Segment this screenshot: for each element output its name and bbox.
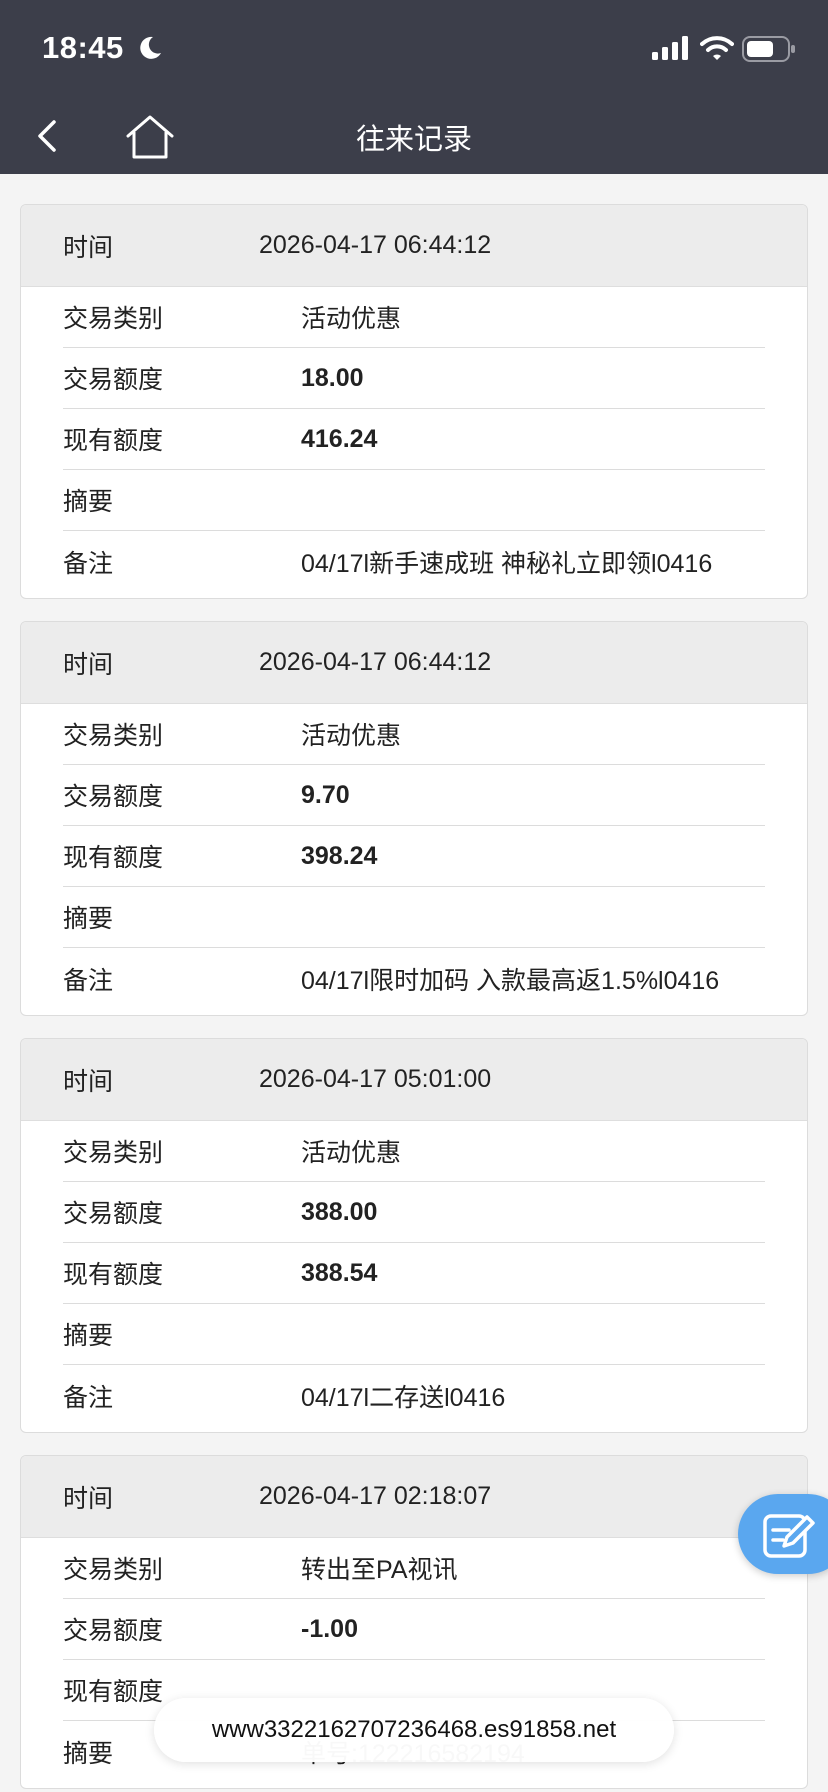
row-label: 备注 xyxy=(63,1382,114,1412)
record-card: 时间 2026-04-17 05:01:00 交易类别 活动优惠交易额度 388.00 现… xyxy=(20,1038,808,1433)
record-row: 现有额度 398.24 xyxy=(63,826,765,887)
record-row: 交易额度 388.00 xyxy=(63,1182,765,1243)
time-value: 2026-04-17 05:01:00 xyxy=(259,1065,492,1093)
record-rows: 交易类别 活动优惠交易额度 18.00 现有额度 416.24 摘要备注 04/17l新手速… xyxy=(21,287,807,598)
time-value: 2026-04-17 06:44:12 xyxy=(259,648,492,676)
record-row: 交易类别 活动优惠 xyxy=(63,287,765,348)
row-label: 交易额度 xyxy=(63,1199,164,1228)
record-header: 时间 2026-04-17 06:44:12 xyxy=(21,205,807,287)
row-value: 活动优惠 xyxy=(301,1139,402,1167)
record-card: 时间 2026-04-17 06:44:12 交易类别 活动优惠交易额度 9.70 现有额… xyxy=(20,621,808,1016)
row-value: 388.54 xyxy=(301,1258,378,1287)
record-row: 交易额度 -1.00 xyxy=(63,1599,765,1660)
row-label: 交易额度 xyxy=(63,782,164,811)
time-label: 时间 xyxy=(63,232,114,262)
status-time: 18:45 xyxy=(42,30,124,65)
nav-bar: 往来记录 xyxy=(0,100,828,174)
row-label: 交易类别 xyxy=(63,1138,164,1167)
record-row: 摘要 xyxy=(63,887,765,948)
moon-icon xyxy=(140,36,161,59)
row-value: 活动优惠 xyxy=(301,305,402,333)
status-bar: 18:45 xyxy=(0,0,828,100)
record-card: 时间 2026-04-17 06:44:12 交易类别 活动优惠交易额度 18.00 现有… xyxy=(20,204,808,599)
record-row: 交易额度 9.70 xyxy=(63,765,765,826)
row-label: 交易类别 xyxy=(63,721,164,750)
top-bar: 18:45 往来记录 xyxy=(0,0,828,174)
record-row: 摘要 xyxy=(63,470,765,531)
row-value: 04/17l限时加码 入款最高返1.5%l0416 xyxy=(301,966,720,995)
edit-button[interactable] xyxy=(738,1494,828,1574)
record-row: 现有额度 388.54 xyxy=(63,1243,765,1304)
record-row: 摘要 xyxy=(63,1304,765,1365)
row-label: 交易类别 xyxy=(63,1555,164,1584)
row-label: 交易额度 xyxy=(63,365,164,394)
edit-icon xyxy=(763,1514,815,1558)
time-value: 2026-04-17 06:44:12 xyxy=(259,231,492,259)
row-value: 9.70 xyxy=(301,780,350,809)
row-label: 现有额度 xyxy=(63,426,164,455)
row-label: 备注 xyxy=(63,965,114,995)
row-label: 摘要 xyxy=(63,1321,114,1350)
record-row: 交易额度 18.00 xyxy=(63,348,765,409)
row-value: 388.00 xyxy=(301,1197,378,1226)
row-label: 现有额度 xyxy=(63,1260,164,1289)
record-row: 交易类别 活动优惠 xyxy=(63,1121,765,1182)
record-header: 时间 2026-04-17 02:18:07 xyxy=(21,1456,807,1538)
row-label: 交易额度 xyxy=(63,1616,164,1645)
record-row: 备注 04/17l二存送l0416 xyxy=(63,1365,765,1426)
row-value: 活动优惠 xyxy=(301,722,402,750)
record-row: 交易类别 转出至PA视讯 xyxy=(63,1538,765,1599)
row-value: 416.24 xyxy=(301,424,378,453)
row-label: 摘要 xyxy=(63,487,114,516)
battery-icon xyxy=(742,36,795,62)
row-value: 04/17l二存送l0416 xyxy=(301,1383,506,1412)
row-value: -1.00 xyxy=(301,1614,358,1643)
record-rows: 交易类别 活动优惠交易额度 388.00 现有额度 388.54 摘要备注 04/17l二存… xyxy=(21,1121,807,1432)
row-value: 18.00 xyxy=(301,363,364,392)
record-list: 时间 2026-04-17 06:44:12 交易类别 活动优惠 交易额度 18.00 现有… xyxy=(20,204,808,1792)
time-label: 时间 xyxy=(63,1066,114,1096)
row-value: 04/17l新手速成班 神秘礼立即领l0416 xyxy=(301,549,713,578)
row-label: 现有额度 xyxy=(63,843,164,872)
time-label: 时间 xyxy=(63,649,114,679)
row-label: 摘要 xyxy=(63,904,114,933)
record-row: 备注 04/17l限时加码 入款最高返1.5%l0416 xyxy=(63,948,765,1009)
record-rows: 交易类别 活动优惠交易额度 9.70 现有额度 398.24 摘要备注 04/17l限时加码… xyxy=(21,704,807,1015)
page-title: 往来记录 xyxy=(355,122,472,156)
row-value: 398.24 xyxy=(301,841,378,870)
time-label: 时间 xyxy=(63,1483,114,1513)
signal-icon xyxy=(652,36,688,60)
record-header: 时间 2026-04-17 06:44:12 xyxy=(21,622,807,704)
url-toast: www3322162707236468.es91858.net xyxy=(154,1698,674,1762)
record-header: 时间 2026-04-17 05:01:00 xyxy=(21,1039,807,1121)
wifi-icon xyxy=(700,36,734,60)
record-row: 备注 04/17l新手速成班 神秘礼立即领l0416 xyxy=(63,531,765,592)
row-label: 交易类别 xyxy=(63,304,164,333)
time-value: 2026-04-17 02:18:07 xyxy=(259,1482,492,1510)
record-row: 现有额度 416.24 xyxy=(63,409,765,470)
record-row: 交易类别 活动优惠 xyxy=(63,704,765,765)
row-label: 备注 xyxy=(63,548,114,578)
row-value: 转出至PA视讯 xyxy=(301,1556,458,1584)
